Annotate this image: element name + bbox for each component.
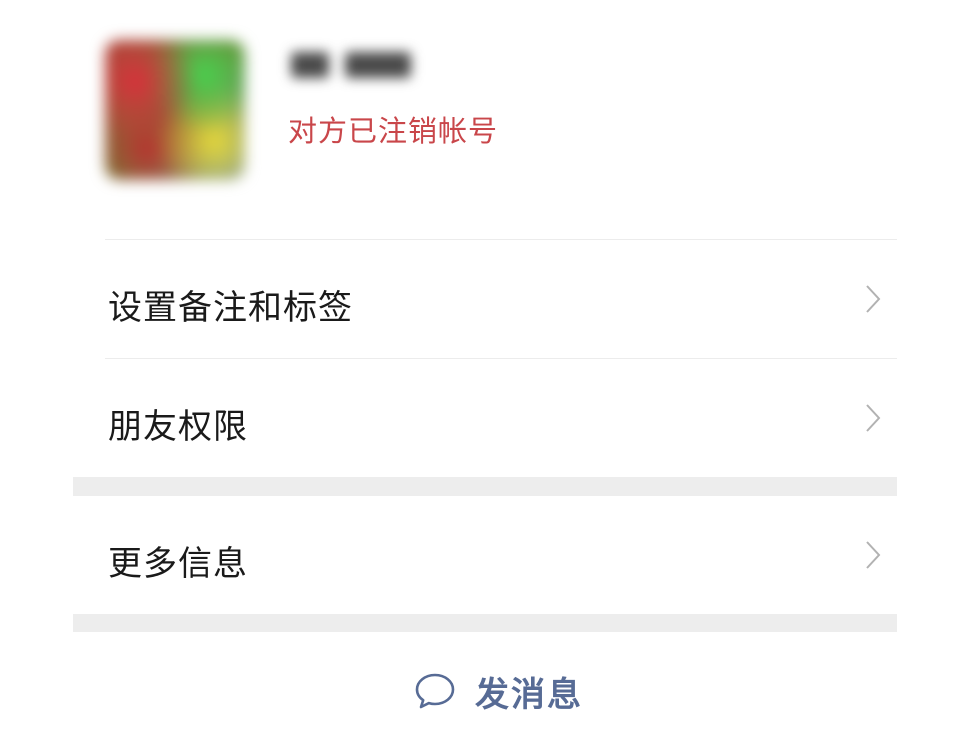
menu-item-label: 朋友权限 [108,407,248,447]
chevron-right-icon [865,284,881,314]
section-separator [73,614,897,632]
menu-item-friend-permissions[interactable]: 朋友权限 [105,359,897,477]
blurred-display-name [285,42,425,86]
section-separator [73,477,897,496]
chevron-right-icon [865,540,881,570]
menu-item-label: 设置备注和标签 [108,288,353,328]
contact-profile-page: 对方已注销帐号 设置备注和标签 朋友权限 更多信息 发消息 [0,0,977,738]
menu-item-remarks-and-tags[interactable]: 设置备注和标签 [105,240,897,358]
profile-header: 对方已注销帐号 [0,0,977,240]
send-message-label: 发消息 [475,674,583,715]
chat-bubble-icon [415,673,455,709]
avatar[interactable] [105,40,245,180]
menu-item-more-info[interactable]: 更多信息 [105,496,897,614]
menu-item-label: 更多信息 [108,544,248,584]
send-message-bar: 发消息 [0,632,977,738]
chevron-right-icon [865,403,881,433]
send-message-button[interactable]: 发消息 [413,670,583,715]
account-deleted-status: 对方已注销帐号 [288,114,499,148]
